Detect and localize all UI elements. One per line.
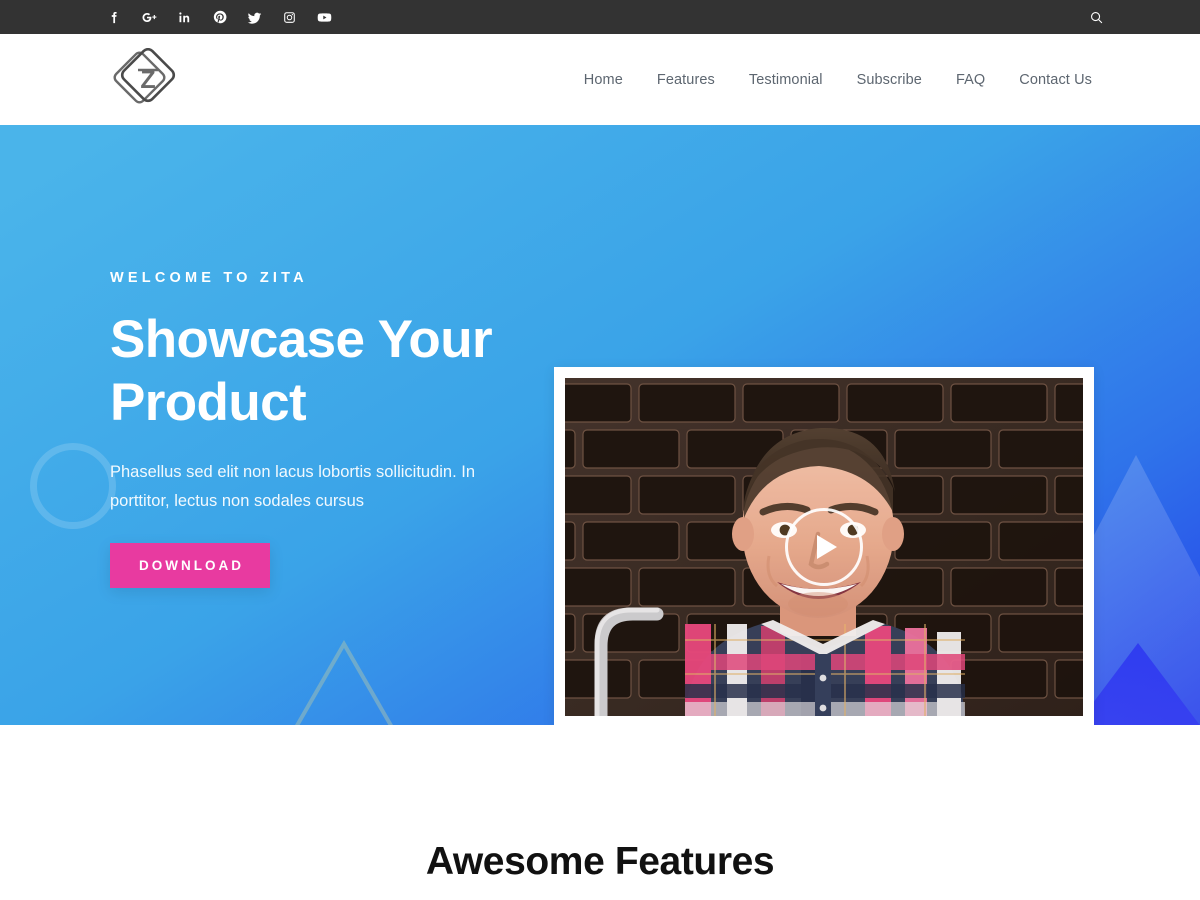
social-links: [97, 0, 342, 34]
search-icon[interactable]: [1082, 0, 1110, 34]
pinterest-icon[interactable]: [202, 0, 237, 34]
features-section: Awesome Features Phasellus orci erat, bl…: [0, 725, 1200, 900]
hero-title: Showcase Your Product: [110, 308, 540, 434]
hero-section: WELCOME TO ZITA Showcase Your Product Ph…: [0, 125, 1200, 725]
features-title: Awesome Features: [425, 840, 775, 883]
nav-item-features[interactable]: Features: [640, 72, 732, 88]
video-thumbnail[interactable]: [565, 378, 1083, 716]
hero-title-line-2: Product: [110, 373, 307, 432]
nav-item-contact-us[interactable]: Contact Us: [1002, 72, 1092, 88]
main-nav: Home Features Testimonial Subscribe FAQ …: [567, 34, 1092, 125]
logo-zita[interactable]: Z: [110, 47, 182, 112]
hero-eyebrow: WELCOME TO ZITA: [110, 270, 308, 286]
site-header: Z Home Features Testimonial Subscribe FA…: [0, 34, 1200, 125]
hero-copy: WELCOME TO ZITA Showcase Your Product Ph…: [110, 270, 540, 588]
decorative-circle: [30, 443, 116, 529]
nav-item-subscribe[interactable]: Subscribe: [840, 72, 939, 88]
linkedin-icon[interactable]: [167, 0, 202, 34]
facebook-icon[interactable]: [97, 0, 132, 34]
instagram-icon[interactable]: [272, 0, 307, 34]
hero-video-card[interactable]: [554, 367, 1094, 725]
top-bar: [0, 0, 1200, 34]
nav-item-faq[interactable]: FAQ: [939, 72, 1002, 88]
play-triangle-icon: [817, 535, 837, 559]
nav-item-testimonial[interactable]: Testimonial: [732, 72, 840, 88]
google-plus-icon[interactable]: [132, 0, 167, 34]
download-button[interactable]: DOWNLOAD: [110, 543, 270, 588]
play-button[interactable]: [785, 508, 863, 586]
decorative-triangle: [272, 638, 417, 725]
hero-title-line-1: Showcase Your: [110, 310, 493, 369]
youtube-icon[interactable]: [307, 0, 342, 34]
nav-item-home[interactable]: Home: [567, 72, 640, 88]
twitter-icon[interactable]: [237, 0, 272, 34]
hero-description: Phasellus sed elit non lacus lobortis so…: [110, 463, 476, 510]
